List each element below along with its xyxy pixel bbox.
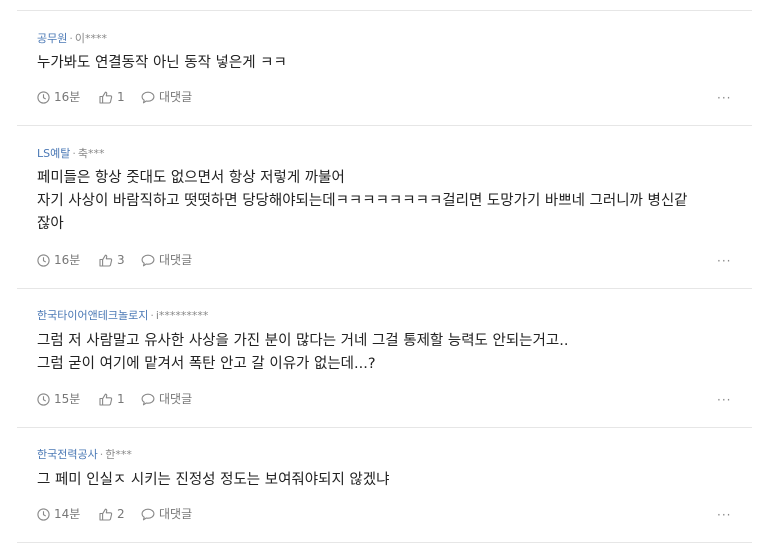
clock-icon xyxy=(37,507,50,521)
more-options-button[interactable]: ··· xyxy=(717,507,731,523)
clock-icon xyxy=(37,253,50,267)
like-count: 3 xyxy=(117,253,125,267)
speech-bubble-icon xyxy=(141,508,155,520)
reply-button[interactable]: 대댓글 xyxy=(141,252,192,268)
comment-body: 페미들은 항상 줏대도 없으면서 항상 저렇게 까불어 자기 사상이 바람직하고… xyxy=(37,167,744,236)
reply-label: 대댓글 xyxy=(159,90,193,104)
comment-text-line: 그 페미 인실ㅈ 시키는 진정성 정도는 보여줘야되지 않겠냐 xyxy=(37,472,390,488)
reply-label: 대댓글 xyxy=(159,392,193,406)
divider xyxy=(17,427,752,428)
comment-text-line: 그럼 저 사람말고 유사한 사상을 가진 분이 많다는 거네 그걸 통제할 능력… xyxy=(37,333,569,349)
timestamp: 15분 xyxy=(37,391,80,407)
more-options-button[interactable]: ··· xyxy=(717,392,731,408)
time-text: 16분 xyxy=(54,90,81,104)
meta-separator: · xyxy=(150,309,154,322)
divider xyxy=(17,288,752,289)
meta-separator: · xyxy=(69,32,73,45)
speech-bubble-icon xyxy=(141,91,155,103)
reply-button[interactable]: 대댓글 xyxy=(141,89,192,105)
comment-meta: LS예탈 · 축*** xyxy=(37,147,104,161)
comment-actions: 16분 1 대댓글 ··· xyxy=(37,89,764,105)
comment-actions: 16분 3 대댓글 ··· xyxy=(37,252,764,268)
time-text: 16분 xyxy=(54,253,81,267)
timestamp: 16분 xyxy=(37,252,80,268)
more-options-button[interactable]: ··· xyxy=(717,90,731,106)
timestamp: 16분 xyxy=(37,89,80,105)
comment-body: 누가봐도 연결동작 아닌 동작 넣은게 ㅋㅋ xyxy=(37,52,744,75)
clock-icon xyxy=(37,90,50,104)
thumbs-up-icon xyxy=(99,508,113,521)
author-name: 한*** xyxy=(105,448,132,461)
like-count: 1 xyxy=(117,90,125,104)
thumbs-up-icon xyxy=(99,393,113,406)
company-name[interactable]: 한국전력공사 xyxy=(37,448,98,461)
divider xyxy=(17,125,752,126)
comment-actions: 15분 1 대댓글 ··· xyxy=(37,391,764,407)
comment-text-line: 잖아 xyxy=(37,216,64,232)
divider xyxy=(17,542,752,543)
reply-button[interactable]: 대댓글 xyxy=(141,391,192,407)
company-name[interactable]: 한국타이어앤테크놀로지 xyxy=(37,309,148,322)
reply-label: 대댓글 xyxy=(159,253,193,267)
author-name: i********* xyxy=(155,309,209,322)
thumbs-up-icon xyxy=(99,91,113,104)
comment-text-line: 그럼 굳이 여기에 맡겨서 폭탄 안고 갈 이유가 없는데...? xyxy=(37,356,376,372)
like-count: 2 xyxy=(117,507,125,521)
thumbs-up-icon xyxy=(99,254,113,267)
like-button[interactable]: 1 xyxy=(99,89,125,105)
like-count: 1 xyxy=(117,392,125,406)
reply-button[interactable]: 대댓글 xyxy=(141,506,192,522)
comment-text-line: 누가봐도 연결동작 아닌 동작 넣은게 ㅋㅋ xyxy=(37,55,287,71)
speech-bubble-icon xyxy=(141,393,155,405)
reply-label: 대댓글 xyxy=(159,507,193,521)
company-name[interactable]: 공무원 xyxy=(37,32,67,45)
comment-body: 그럼 저 사람말고 유사한 사상을 가진 분이 많다는 거네 그걸 통제할 능력… xyxy=(37,330,744,376)
time-text: 14분 xyxy=(54,507,81,521)
clock-icon xyxy=(37,392,50,406)
more-options-button[interactable]: ··· xyxy=(717,253,731,269)
comment-meta: 한국타이어앤테크놀로지 · i********* xyxy=(37,309,208,323)
comment-actions: 14분 2 대댓글 ··· xyxy=(37,506,764,522)
comment-text-line: 페미들은 항상 줏대도 없으면서 항상 저렇게 까불어 xyxy=(37,170,345,186)
author-name: 이**** xyxy=(74,32,107,45)
timestamp: 14분 xyxy=(37,506,80,522)
comment-text-line: 자기 사상이 바람직하고 떳떳하면 당당해야되는데ㅋㅋㅋㅋㅋㅋㅋㅋ걸리면 도망가… xyxy=(37,193,688,209)
speech-bubble-icon xyxy=(141,254,155,266)
meta-separator: · xyxy=(72,147,76,160)
comment-meta: 공무원 · 이**** xyxy=(37,32,107,46)
meta-separator: · xyxy=(99,448,104,461)
time-text: 15분 xyxy=(54,392,81,406)
like-button[interactable]: 2 xyxy=(99,506,125,522)
like-button[interactable]: 3 xyxy=(99,252,125,268)
comment-meta: 한국전력공사 · 한*** xyxy=(37,448,132,462)
comment-body: 그 페미 인실ㅈ 시키는 진정성 정도는 보여줘야되지 않겠냐 xyxy=(37,469,744,492)
divider xyxy=(17,10,752,11)
comment-list: 공무원 · 이**** 누가봐도 연결동작 아닌 동작 넣은게 ㅋㅋ 16분 1 대… xyxy=(0,0,764,547)
company-name[interactable]: LS예탈 xyxy=(37,147,70,160)
author-name: 축*** xyxy=(77,147,105,160)
like-button[interactable]: 1 xyxy=(99,391,125,407)
